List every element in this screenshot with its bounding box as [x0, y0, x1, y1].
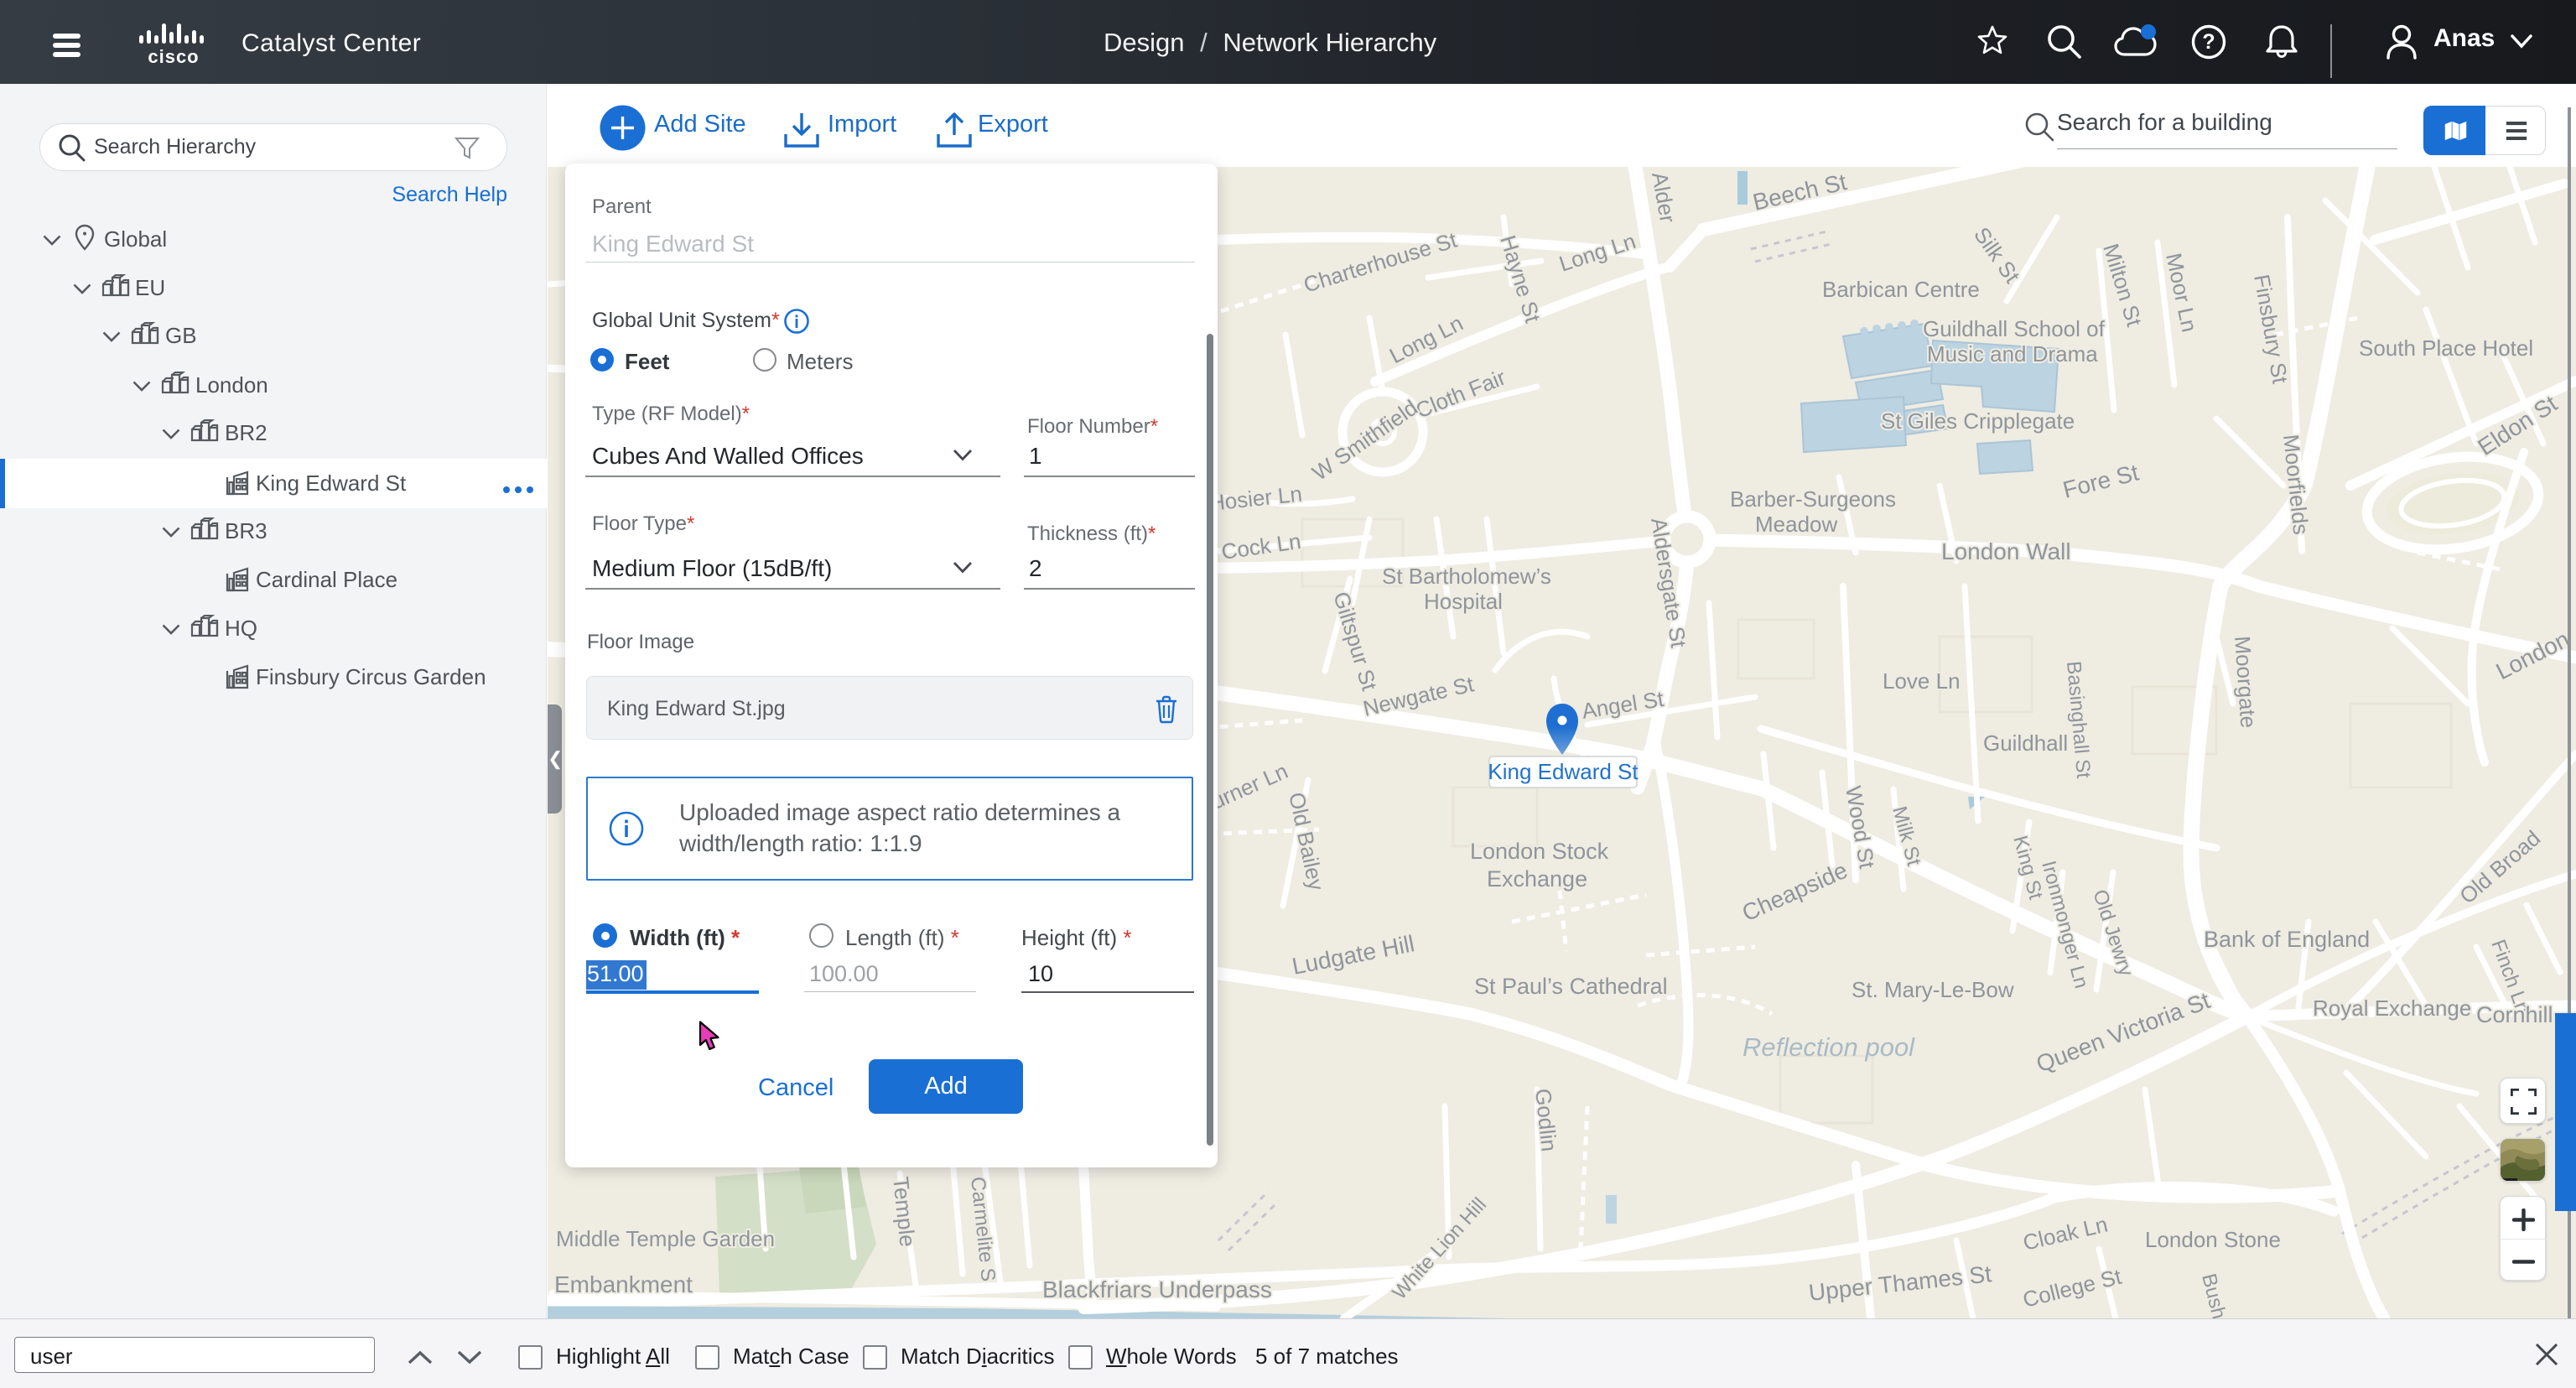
- svg-text:King Edward St: King Edward St: [1488, 759, 1639, 784]
- svg-text:Love Ln: Love Ln: [1883, 668, 1961, 694]
- svg-text:Barber-Surgeons: Barber-Surgeons: [1730, 486, 1896, 512]
- svg-text:Exchange: Exchange: [1487, 866, 1587, 892]
- svg-text:Music and Drama: Music and Drama: [1927, 341, 2098, 366]
- svg-text:cisco: cisco: [148, 46, 199, 65]
- svg-text:London Stock: London Stock: [1470, 839, 1609, 864]
- svg-text:Hospital: Hospital: [1424, 589, 1503, 614]
- svg-text:Blackfriars Underpass: Blackfriars Underpass: [1042, 1276, 1272, 1302]
- svg-text:Cornhill: Cornhill: [2476, 1002, 2553, 1027]
- svg-text:?: ?: [2202, 30, 2215, 54]
- svg-text:Bank of England: Bank of England: [2204, 927, 2370, 952]
- svg-text:St. Mary-Le-Bow: St. Mary-Le-Bow: [1852, 977, 2014, 1002]
- svg-text:Guildhall School of: Guildhall School of: [1923, 316, 2106, 341]
- svg-text:Royal Exchange: Royal Exchange: [2313, 996, 2471, 1021]
- svg-text:Barbican Centre: Barbican Centre: [1822, 277, 1980, 302]
- svg-text:Embankment: Embankment: [554, 1271, 693, 1297]
- svg-text:South Place Hotel: South Place Hotel: [2359, 335, 2533, 361]
- svg-text:Reflection pool: Reflection pool: [1742, 1032, 1915, 1062]
- svg-text:St Bartholomew’s: St Bartholomew’s: [1382, 564, 1551, 589]
- svg-text:Guildhall: Guildhall: [1983, 730, 2068, 756]
- svg-text:St Paul’s Cathedral: St Paul’s Cathedral: [1474, 974, 1668, 999]
- svg-text:St Giles Cripplegate: St Giles Cripplegate: [1881, 408, 2075, 434]
- svg-text:London Stone: London Stone: [2145, 1227, 2281, 1252]
- svg-text:Middle Temple Garden: Middle Temple Garden: [556, 1226, 775, 1251]
- svg-text:London Wall: London Wall: [1941, 538, 2071, 564]
- svg-text:Meadow: Meadow: [1755, 512, 1837, 537]
